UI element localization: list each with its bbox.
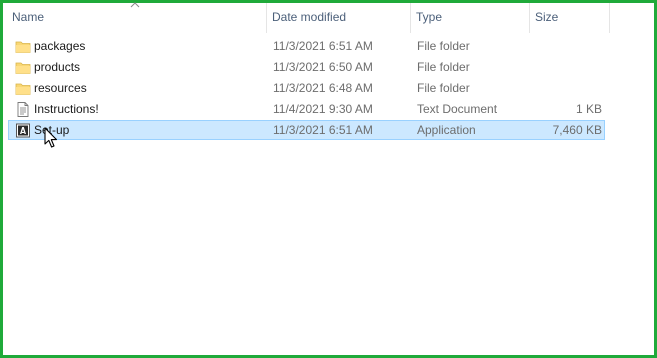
- file-row-instructions[interactable]: Instructions! 11/4/2021 9:30 AM Text Doc…: [8, 99, 605, 119]
- file-date-modified: 11/3/2021 6:48 AM: [273, 81, 373, 95]
- file-name: packages: [34, 39, 86, 53]
- file-date-modified: 11/3/2021 6:50 AM: [273, 60, 373, 74]
- file-size: [522, 58, 602, 77]
- file-name: resources: [34, 81, 87, 95]
- column-header-size[interactable]: Size: [529, 3, 609, 33]
- folder-icon: [15, 83, 31, 95]
- column-divider[interactable]: [609, 3, 610, 33]
- file-type: File folder: [417, 60, 470, 74]
- file-type: File folder: [417, 81, 470, 95]
- file-date-modified: 11/3/2021 6:51 AM: [273, 39, 373, 53]
- file-row-products[interactable]: products 11/3/2021 6:50 AM File folder: [8, 57, 605, 77]
- file-size: 7,460 KB: [552, 123, 602, 137]
- folder-icon: [15, 41, 31, 53]
- file-row-resources[interactable]: resources 11/3/2021 6:48 AM File folder: [8, 78, 605, 98]
- file-type: Text Document: [417, 102, 498, 116]
- file-size: 1 KB: [575, 102, 602, 116]
- file-size: [522, 79, 602, 98]
- folder-icon: [15, 62, 31, 74]
- file-date-modified: 11/4/2021 9:30 AM: [273, 102, 373, 116]
- adobe-app-icon: [16, 123, 30, 138]
- column-header-name[interactable]: Name: [6, 3, 266, 33]
- file-row-packages[interactable]: packages 11/3/2021 6:51 AM File folder: [8, 36, 605, 56]
- file-date-modified: 11/3/2021 6:51 AM: [273, 123, 373, 137]
- file-explorer-window: Name Date modified Type Size packages 11…: [0, 0, 657, 358]
- column-header-bar: Name Date modified Type Size: [3, 2, 654, 33]
- file-size: [522, 37, 602, 56]
- text-file-icon: [17, 102, 29, 117]
- file-row-setup[interactable]: Set-up 11/3/2021 6:51 AM Application 7,4…: [8, 120, 605, 140]
- file-type: File folder: [417, 39, 470, 53]
- column-header-type[interactable]: Type: [410, 3, 529, 33]
- file-type: Application: [417, 123, 476, 137]
- column-header-date-modified[interactable]: Date modified: [266, 3, 410, 33]
- mouse-pointer-icon: [44, 127, 58, 148]
- file-name: products: [34, 60, 81, 74]
- file-name: Instructions!: [34, 102, 99, 116]
